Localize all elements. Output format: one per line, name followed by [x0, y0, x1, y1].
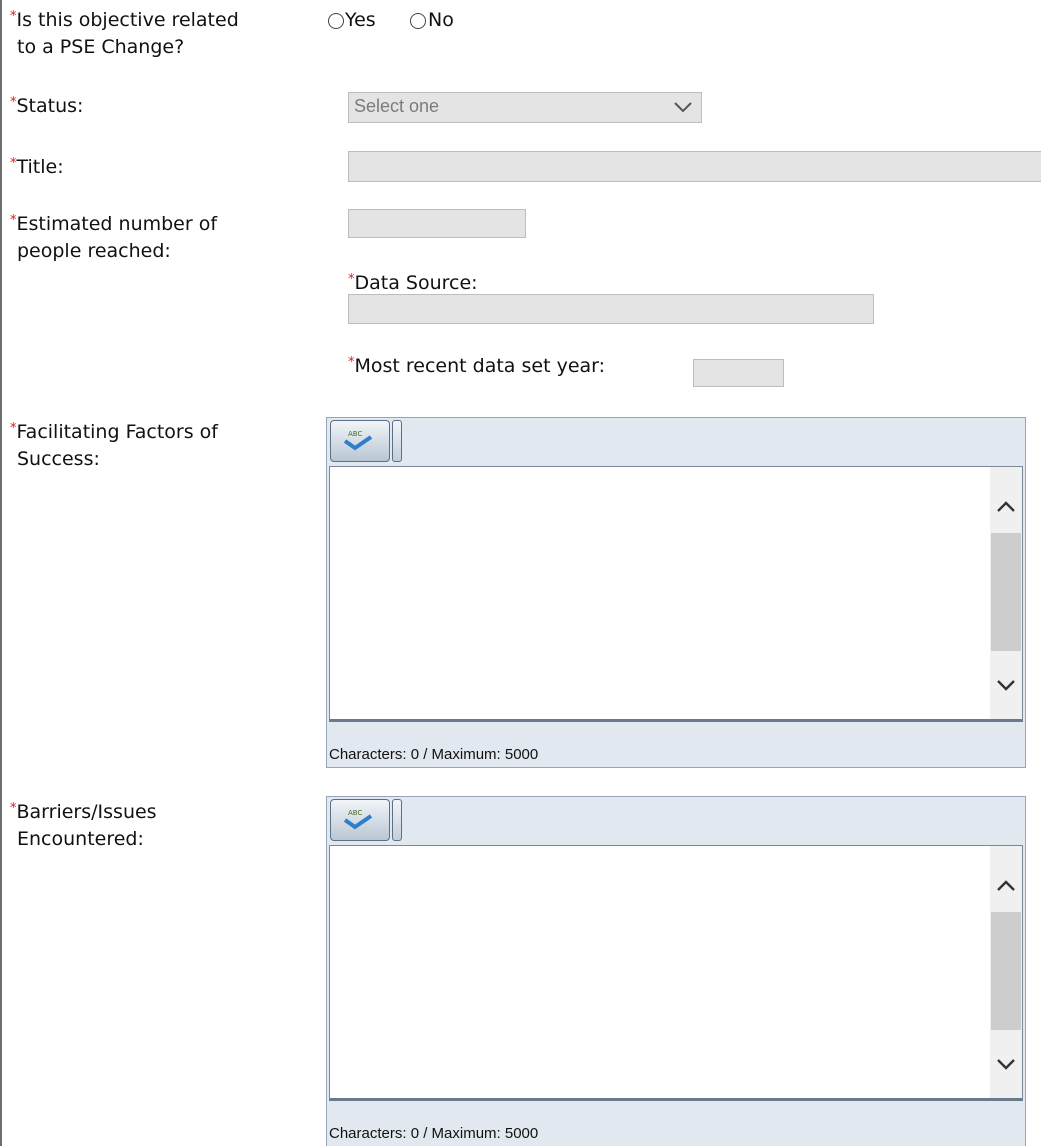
scrollbar-thumb[interactable]: [991, 912, 1021, 1030]
title-input[interactable]: [348, 151, 1041, 182]
title-label: *Title:: [10, 156, 64, 178]
scrollbar[interactable]: [990, 467, 1022, 719]
character-counter: Characters: 0 / Maximum: 5000: [329, 1125, 539, 1142]
editor-toolbar: ABC: [327, 418, 1025, 466]
data-year-input[interactable]: [693, 359, 784, 387]
status-select[interactable]: Select one: [348, 92, 702, 123]
facilitating-label: *Facilitating Factors of Success:: [10, 421, 218, 470]
spellcheck-icon: ABC: [331, 809, 389, 844]
toolbar-separator: [392, 420, 402, 462]
radio-no-label: No: [428, 9, 454, 31]
estimated-input[interactable]: [348, 209, 526, 238]
status-label: *Status:: [10, 95, 84, 117]
barriers-editor: ABC Characters: 0 / Maximum: 5000: [326, 796, 1026, 1146]
facilitating-editor: ABC Characters: 0 / Maximum: 5000: [326, 417, 1026, 768]
chevron-down-icon[interactable]: [990, 1052, 1022, 1076]
toolbar-separator: [392, 799, 402, 841]
chevron-down-icon[interactable]: [990, 673, 1022, 697]
data-year-label: *Most recent data set year:: [348, 355, 606, 377]
data-source-input[interactable]: [348, 294, 874, 324]
chevron-down-icon: [673, 95, 693, 123]
spellcheck-icon: ABC: [331, 430, 389, 465]
editor-toolbar: ABC: [327, 797, 1025, 845]
svg-text:ABC: ABC: [348, 809, 362, 817]
spellcheck-button[interactable]: ABC: [330, 420, 390, 462]
barriers-label: *Barriers/Issues Encountered:: [10, 801, 157, 850]
chevron-up-icon[interactable]: [990, 874, 1022, 898]
radio-yes[interactable]: [328, 13, 344, 29]
chevron-up-icon[interactable]: [990, 495, 1022, 519]
radio-yes-label: Yes: [345, 9, 376, 31]
svg-text:ABC: ABC: [348, 430, 362, 438]
scrollbar-thumb[interactable]: [991, 533, 1021, 651]
pse-question-label: *Is this objective related to a PSE Chan…: [10, 9, 239, 58]
left-border: [0, 0, 2, 1146]
scrollbar[interactable]: [990, 846, 1022, 1098]
barriers-textarea[interactable]: [329, 845, 1023, 1101]
spellcheck-button[interactable]: ABC: [330, 799, 390, 841]
status-select-value: Select one: [354, 96, 440, 116]
radio-no[interactable]: [410, 13, 426, 29]
character-counter: Characters: 0 / Maximum: 5000: [329, 746, 539, 763]
facilitating-textarea[interactable]: [329, 466, 1023, 722]
estimated-label: *Estimated number of people reached:: [10, 213, 218, 262]
